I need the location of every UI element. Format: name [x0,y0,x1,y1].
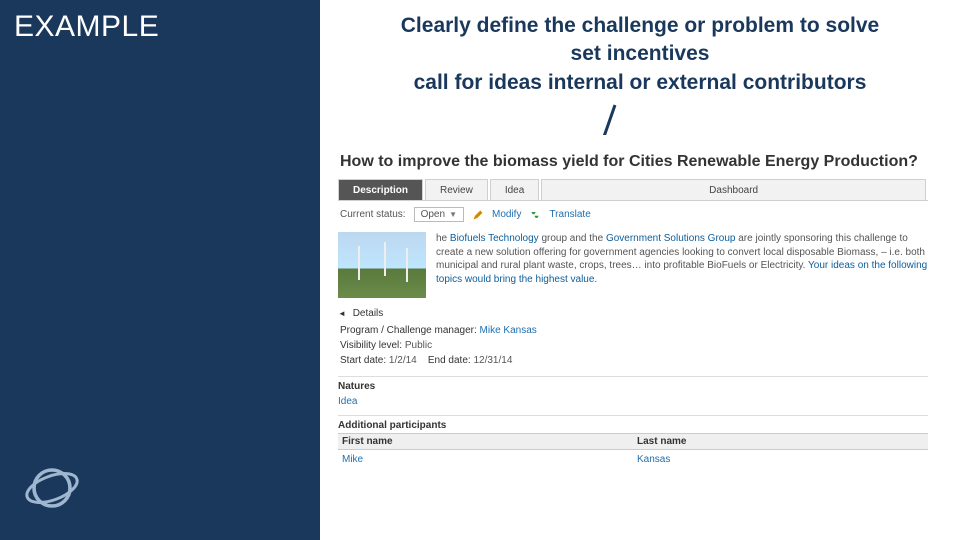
tab-dashboard[interactable]: Dashboard [541,179,926,200]
visibility-label: Visibility level: [340,340,402,351]
cell-first-name[interactable]: Mike [338,450,633,470]
table-row: Mike Kansas [338,450,928,470]
status-dropdown[interactable]: Open ▼ [414,207,464,222]
challenge-title: How to improve the biomass yield for Cit… [340,153,928,171]
program-manager-value[interactable]: Mike Kansas [480,325,537,336]
sidebar-label: EXAMPLE [0,0,320,54]
program-manager-label: Program / Challenge manager: [340,325,477,336]
translate-link[interactable]: Translate [549,209,590,220]
tab-review[interactable]: Review [425,179,488,200]
nature-value[interactable]: Idea [338,394,928,413]
natures-section: Natures Idea [338,376,928,413]
participants-table: First name Last name Mike Kansas [338,433,928,469]
thumbnail-image [338,232,426,298]
end-date-label: End date: [428,355,471,366]
start-date-value: 1/2/14 [389,355,417,366]
end-date-value: 12/31/14 [473,355,512,366]
translate-icon [529,209,541,221]
description-text: he Biofuels Technology group and the Gov… [436,232,928,298]
tab-bar: Description Review Idea Dashboard [338,179,928,201]
tab-idea[interactable]: Idea [490,179,539,200]
col-first-name: First name [338,434,633,450]
natures-header: Natures [338,381,928,392]
cell-last-name[interactable]: Kansas [633,450,928,470]
details-header[interactable]: ◄ Details [338,308,928,319]
current-status-label: Current status: [340,209,406,220]
start-date-label: Start date: [340,355,386,366]
compass-logo-icon [22,458,82,518]
headline-line-2: set incentives [342,40,938,68]
headline-line-3: call for ideas internal or external cont… [342,69,938,97]
tab-description[interactable]: Description [338,179,423,200]
pencil-icon [472,209,484,221]
headline-line-1: Clearly define the challenge or problem … [342,12,938,40]
collapse-arrow-icon: ◄ [338,309,346,318]
slide-headline: Clearly define the challenge or problem … [342,12,938,97]
participants-section: Additional participants First name Last … [338,415,928,469]
status-value: Open [421,209,445,220]
participants-header: Additional participants [338,420,928,431]
col-last-name: Last name [633,434,928,450]
description-row: he Biofuels Technology group and the Gov… [338,228,928,298]
toolbar: Current status: Open ▼ Modify Translate [338,201,928,228]
modify-link[interactable]: Modify [492,209,521,220]
embedded-app: How to improve the biomass yield for Cit… [338,135,928,469]
details-block: Program / Challenge manager: Mike Kansas… [338,319,928,374]
slide-sidebar: EXAMPLE [0,0,320,540]
chevron-down-icon: ▼ [449,210,457,219]
visibility-value: Public [405,340,432,351]
